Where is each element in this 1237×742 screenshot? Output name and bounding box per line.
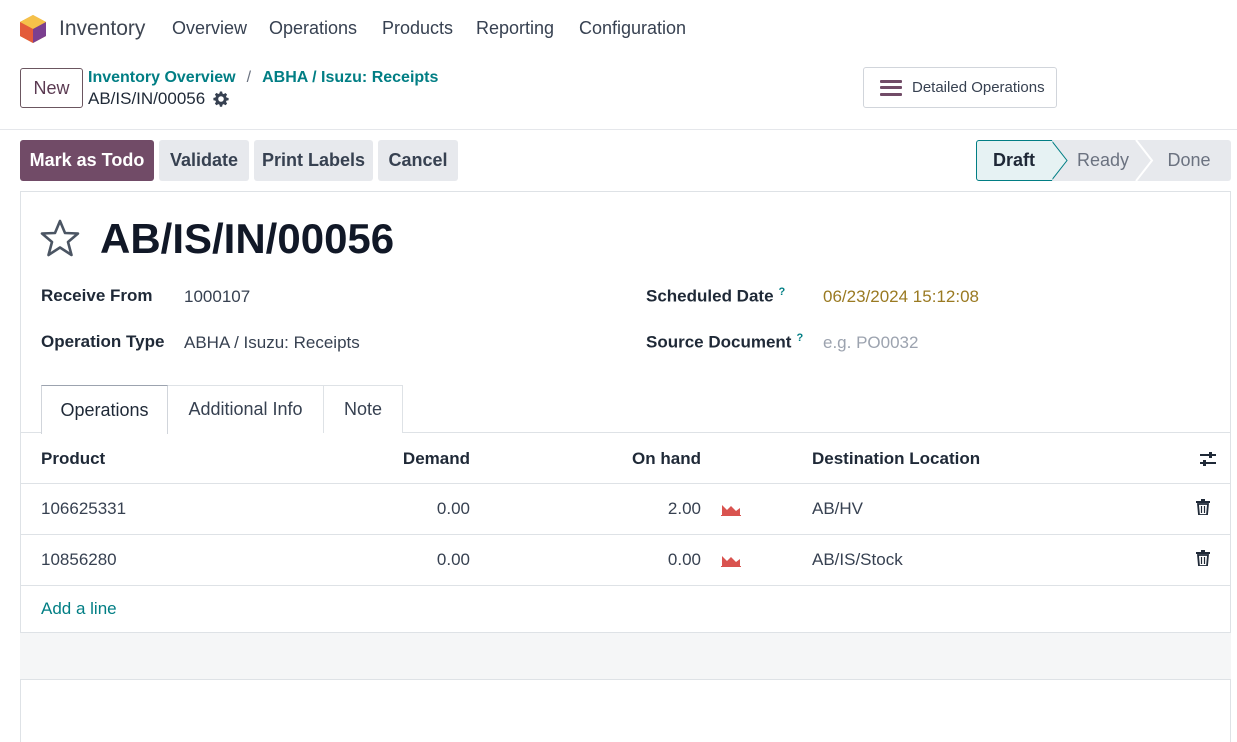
column-destination-location[interactable]: Destination Location bbox=[812, 449, 980, 469]
operation-type-label: Operation Type bbox=[41, 332, 165, 351]
optional-columns-icon[interactable] bbox=[1199, 450, 1217, 468]
cancel-button[interactable]: Cancel bbox=[378, 140, 458, 181]
operation-type-field[interactable]: ABHA / Isuzu: Receipts bbox=[184, 333, 360, 353]
list-icon bbox=[880, 79, 902, 96]
app-name[interactable]: Inventory bbox=[59, 17, 145, 41]
status-ready[interactable]: Ready bbox=[1066, 140, 1140, 181]
source-document-label-text: Source Document bbox=[646, 332, 792, 352]
new-button[interactable]: New bbox=[20, 68, 83, 108]
status-done[interactable]: Done bbox=[1154, 140, 1224, 181]
scheduled-date-label-text: Scheduled Date bbox=[646, 286, 774, 306]
record-reference: AB/IS/IN/00056 bbox=[88, 89, 206, 108]
print-labels-button[interactable]: Print Labels bbox=[254, 140, 373, 181]
column-on-hand[interactable]: On hand bbox=[601, 449, 701, 469]
column-demand[interactable]: Demand bbox=[370, 449, 470, 469]
breadcrumb: Inventory Overview / ABHA / Isuzu: Recei… bbox=[88, 69, 438, 87]
header-divider-line bbox=[20, 483, 1231, 484]
nav-products[interactable]: Products bbox=[382, 18, 453, 39]
trash-icon[interactable] bbox=[1196, 550, 1210, 566]
source-document-field[interactable]: e.g. PO0032 bbox=[823, 333, 918, 353]
gear-icon[interactable] bbox=[213, 91, 229, 107]
breadcrumb-receipts[interactable]: ABHA / Isuzu: Receipts bbox=[262, 69, 438, 87]
nav-configuration[interactable]: Configuration bbox=[579, 18, 686, 39]
forecast-chart-icon[interactable] bbox=[721, 553, 741, 567]
detailed-operations-label: Detailed Operations bbox=[912, 79, 1045, 96]
breadcrumb-separator: / bbox=[246, 69, 252, 86]
row-divider bbox=[20, 534, 1231, 535]
help-icon[interactable]: ? bbox=[779, 286, 786, 298]
status-draft[interactable]: Draft bbox=[976, 140, 1052, 181]
receive-from-label: Receive From bbox=[41, 286, 153, 305]
nav-overview[interactable]: Overview bbox=[172, 18, 247, 39]
column-product[interactable]: Product bbox=[41, 449, 105, 469]
receive-from-field[interactable]: 1000107 bbox=[184, 287, 250, 307]
mark-as-todo-button[interactable]: Mark as Todo bbox=[20, 140, 154, 181]
table-footer bbox=[20, 633, 1231, 680]
help-icon[interactable]: ? bbox=[796, 332, 803, 344]
header-divider bbox=[0, 129, 1237, 130]
row-demand[interactable]: 0.00 bbox=[370, 499, 470, 519]
nav-reporting[interactable]: Reporting bbox=[476, 18, 554, 39]
record-title: AB/IS/IN/00056 bbox=[100, 215, 395, 262]
row-product[interactable]: 10856280 bbox=[41, 550, 117, 570]
detailed-operations-button[interactable]: Detailed Operations bbox=[863, 67, 1057, 108]
row-demand[interactable]: 0.00 bbox=[370, 550, 470, 570]
breadcrumb-inventory-overview[interactable]: Inventory Overview bbox=[88, 69, 236, 87]
source-document-label: Source Document? bbox=[646, 332, 803, 353]
row-divider bbox=[20, 585, 1231, 586]
validate-button[interactable]: Validate bbox=[159, 140, 249, 181]
scheduled-date-field[interactable]: 06/23/2024 15:12:08 bbox=[823, 287, 979, 307]
row-destination[interactable]: AB/HV bbox=[812, 499, 863, 519]
row-destination[interactable]: AB/IS/Stock bbox=[812, 550, 903, 570]
top-navbar: Inventory Overview Operations Products R… bbox=[0, 0, 1237, 58]
row-product[interactable]: 106625331 bbox=[41, 499, 126, 519]
add-line-link[interactable]: Add a line bbox=[41, 599, 117, 619]
row-on-hand: 2.00 bbox=[667, 499, 701, 518]
nav-operations[interactable]: Operations bbox=[269, 18, 357, 39]
status-bar: Draft Ready Done bbox=[976, 140, 1231, 181]
tab-additional-info[interactable]: Additional Info bbox=[167, 385, 324, 433]
scheduled-date-label: Scheduled Date? bbox=[646, 286, 785, 307]
tab-note[interactable]: Note bbox=[323, 385, 403, 433]
trash-icon[interactable] bbox=[1196, 499, 1210, 515]
tab-operations[interactable]: Operations bbox=[41, 385, 168, 434]
forecast-chart-icon[interactable] bbox=[721, 502, 741, 516]
star-icon[interactable] bbox=[40, 218, 80, 258]
row-on-hand: 0.00 bbox=[667, 550, 701, 569]
inventory-app-icon[interactable] bbox=[19, 14, 47, 44]
current-record: AB/IS/IN/00056 bbox=[88, 89, 229, 109]
